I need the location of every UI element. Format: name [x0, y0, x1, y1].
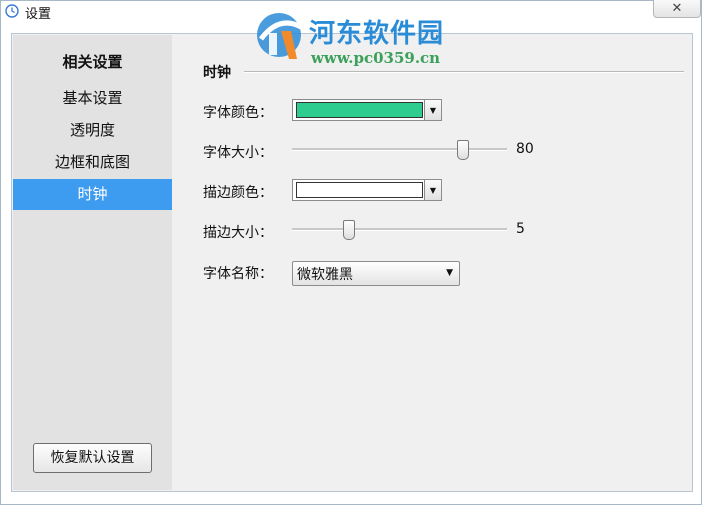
- sidebar-item-basic[interactable]: 基本设置: [13, 83, 172, 114]
- stroke-color-picker[interactable]: ▼: [292, 179, 442, 201]
- panel-divider: [244, 71, 684, 73]
- watermark-url: www.pc0359.cn: [311, 49, 441, 67]
- chevron-down-icon[interactable]: ▼: [424, 180, 441, 200]
- sidebar-header: 相关设置: [62, 53, 123, 71]
- panel-title: 时钟: [203, 65, 231, 81]
- stroke-color-label: 描边颜色：: [203, 185, 273, 201]
- close-button[interactable]: ✕: [653, 0, 701, 18]
- clock-icon: [5, 4, 19, 18]
- font-size-label: 字体大小：: [203, 145, 273, 161]
- font-color-label: 字体颜色：: [203, 105, 273, 121]
- stroke-size-slider[interactable]: [292, 220, 507, 240]
- stroke-color-swatch: [296, 182, 423, 198]
- font-size-value: 80: [516, 141, 534, 157]
- sidebar: 相关设置 基本设置 透明度 边框和底图 时钟 恢复默认设置: [13, 35, 172, 490]
- chevron-down-icon: ▼: [446, 268, 453, 278]
- font-color-picker[interactable]: ▼: [292, 99, 442, 121]
- close-icon: ✕: [671, 0, 683, 16]
- restore-defaults-button[interactable]: 恢复默认设置: [33, 443, 152, 473]
- font-name-label: 字体名称：: [203, 266, 273, 282]
- settings-window: 设置 ✕ 相关设置 基本设置 透明度 边框和底图 时钟 恢复默认设置 时钟 字体…: [0, 0, 702, 505]
- sidebar-item-border-background[interactable]: 边框和底图: [13, 147, 172, 178]
- slider-track: [292, 228, 507, 231]
- client-area: 相关设置 基本设置 透明度 边框和底图 时钟 恢复默认设置 时钟 字体颜色： ▼…: [11, 33, 693, 492]
- watermark-logo-icon: [257, 13, 303, 59]
- sidebar-item-clock[interactable]: 时钟: [13, 179, 172, 210]
- slider-track: [292, 148, 507, 151]
- chevron-down-icon[interactable]: ▼: [424, 100, 441, 120]
- stroke-size-label: 描边大小：: [203, 225, 273, 241]
- slider-thumb[interactable]: [456, 140, 469, 160]
- watermark-name: 河东软件园: [309, 19, 445, 49]
- stroke-size-value: 5: [516, 221, 525, 237]
- watermark: 河东软件园 www.pc0359.cn: [251, 9, 451, 69]
- font-name-select[interactable]: 微软雅黑 ▼: [292, 261, 460, 286]
- font-color-swatch: [296, 102, 423, 118]
- window-title: 设置: [25, 7, 52, 22]
- font-name-value: 微软雅黑: [297, 267, 353, 283]
- slider-thumb[interactable]: [342, 220, 355, 240]
- font-size-slider[interactable]: [292, 140, 507, 160]
- sidebar-item-transparency[interactable]: 透明度: [13, 115, 172, 146]
